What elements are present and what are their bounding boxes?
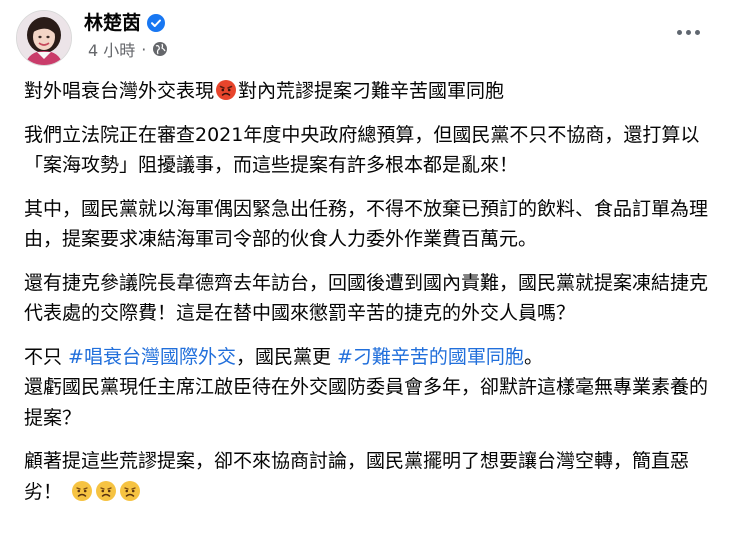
- paragraph-2: 其中，國民黨就以海軍偶因緊急出任務，不得不放棄已預訂的飲料、食品訂單為理由，提案…: [24, 197, 709, 251]
- frowning-face-emoji: [95, 480, 117, 502]
- frowning-face-emoji: [71, 480, 93, 502]
- author-row: 林楚茵: [84, 10, 166, 36]
- more-dot-icon: [685, 29, 691, 35]
- facebook-post: 林楚茵 4 小時 · 對外唱衰台灣外交表現 對內荒謬提案刁難辛苦國軍同胞 我們立…: [0, 0, 734, 551]
- avatar[interactable]: [16, 10, 72, 66]
- paragraph-4-end: 。: [523, 345, 543, 368]
- hashtag-link[interactable]: #唱衰台灣國際外交: [68, 346, 236, 368]
- post-body: 對外唱衰台灣外交表現 對內荒謬提案刁難辛苦國軍同胞 我們立法院正在審查2021年度…: [24, 76, 720, 520]
- author-name[interactable]: 林楚茵: [84, 10, 141, 36]
- post-timestamp[interactable]: 4 小時: [88, 37, 135, 61]
- verified-badge-icon: [147, 14, 166, 32]
- paragraph-1: 我們立法院正在審查2021年度中央政府總預算，但國民黨不只不協商，還打算以「案海…: [24, 123, 700, 177]
- paragraph-4-prefix: 不只: [24, 345, 69, 368]
- post-meta: 4 小時 ·: [88, 38, 168, 60]
- headline-text-after: 對內荒謬提案刁難辛苦國軍同胞: [238, 80, 505, 102]
- angry-face-emoji: [215, 79, 237, 101]
- paragraph-4-middle: ，國民黨更: [235, 345, 338, 368]
- closing-emojis: [70, 477, 142, 508]
- paragraph-3: 還有捷克參議院長韋德齊去年訪台，回國後遭到國內責難，國民黨就提案凍結捷克代表處的…: [24, 271, 709, 325]
- post-headline: 對外唱衰台灣外交表現 對內荒謬提案刁難辛苦國軍同胞: [24, 76, 720, 107]
- hashtag-link[interactable]: #刁難辛苦的國軍同胞: [337, 346, 524, 368]
- more-dot-icon: [676, 29, 682, 35]
- more-dot-icon: [694, 29, 700, 35]
- meta-separator: ·: [141, 39, 147, 59]
- paragraph-4: 不只 #唱衰台灣國際外交，國民黨更 #刁難辛苦的國軍同胞。 還虧國民黨現任主席江…: [24, 342, 720, 434]
- frowning-face-emoji: [119, 480, 141, 502]
- paragraph-4-line2: 還虧國民黨現任主席江啟臣待在外交國防委員會多年，卻默許這樣毫無專業素養的提案？: [24, 376, 709, 429]
- more-options-button[interactable]: [670, 20, 706, 44]
- headline-text-before: 對外唱衰台灣外交表現: [24, 80, 215, 102]
- globe-icon[interactable]: [152, 41, 168, 57]
- paragraph-5: 顧著提這些荒謬提案，卻不來協商討論，國民黨擺明了想要讓台灣空轉，簡直惡劣！: [24, 446, 720, 507]
